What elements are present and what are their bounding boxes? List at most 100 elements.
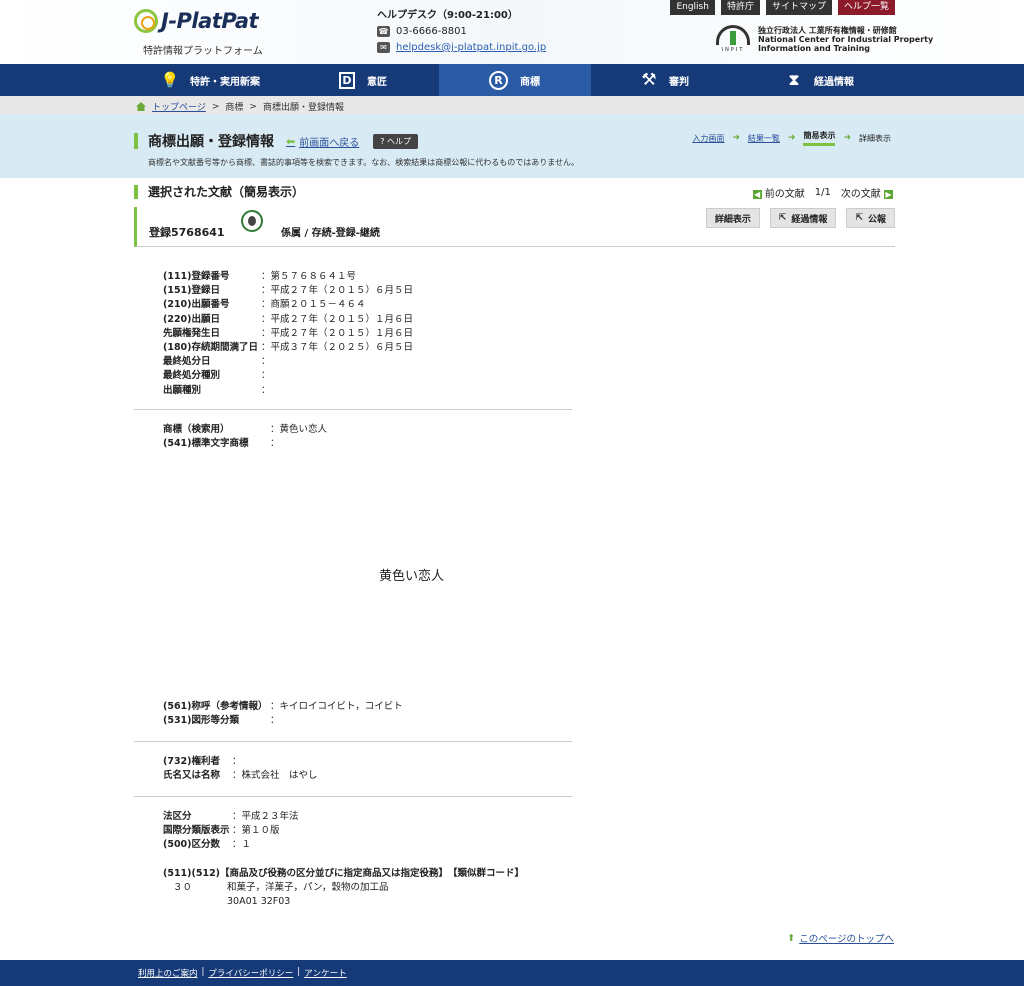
field-label: (531)図形等分類 <box>163 715 240 727</box>
survey-link[interactable]: アンケート <box>304 967 347 979</box>
field-value: ： <box>261 356 271 368</box>
j-platpat-logo[interactable]: J-PlatPat <box>134 9 259 33</box>
progress-info-button[interactable]: ⇱ 経過情報 <box>769 208 837 228</box>
section-header: 選択された文献（簡易表示） <box>134 183 304 200</box>
helpdesk-email-link[interactable]: helpdesk@j-platpat.inpit.go.jp <box>396 42 546 53</box>
inpit-name-en-1: National Center for Industrial Property <box>758 34 934 44</box>
next-arrow-icon: ▶ <box>884 190 893 199</box>
field-label: (541)標準文字商標 <box>163 438 249 450</box>
inpit-logo[interactable]: INPIT 独立行政法人 工業所有権情報・研修館 National Center… <box>714 23 933 55</box>
prev-document-link[interactable]: ◀ 前の文献 <box>752 185 805 200</box>
arrow-up-icon: ⬆ <box>787 932 796 944</box>
breadcrumb-sep: > <box>211 101 220 112</box>
field-label: (561)称呼（参考情報） <box>163 701 268 712</box>
inpit-mark-icon: INPIT <box>714 23 752 55</box>
field-value: ：黄色い恋人 <box>270 424 328 435</box>
field-value: ：平成２３年法 <box>232 811 299 822</box>
nav-trademark[interactable]: R 商標 <box>439 64 591 96</box>
prev-arrow-icon: ◀ <box>752 190 762 199</box>
field-label: 最終処分種別 <box>163 370 221 382</box>
goods-heading: (511)(512)【商品及び役務の区分並びに指定商品又は指定役務】 【類似群コ… <box>163 868 525 879</box>
field-label: 先願権発生日 <box>163 327 221 339</box>
owner-info: (732)権利者 ： 氏名又は名称 ：株式会社 はやし <box>163 755 318 783</box>
step-results[interactable]: 結果一覧 <box>748 133 780 144</box>
inpit-label: INPIT <box>721 47 745 53</box>
field-value: ： <box>232 756 242 767</box>
english-link[interactable]: English <box>670 0 715 15</box>
helpdesk: ヘルプデスク（9:00-21:00） ☎ 03-6666-8801 ✉ help… <box>377 6 546 53</box>
page-title: 商標出願・登録情報 <box>148 134 274 150</box>
field-value: ： <box>261 370 271 382</box>
field-label: 出願種別 <box>163 384 202 396</box>
registration-summary: 登録5768641 係属 / 存続-登録-継続 詳細表示 ⇱ 経過情報 ⇱ 公報 <box>134 207 895 247</box>
detail-view-button[interactable]: 詳細表示 <box>705 208 760 228</box>
field-label: (220)出願日 <box>163 313 221 325</box>
field-label: (500)区分数 <box>163 839 221 851</box>
sitemap-link[interactable]: サイトマップ <box>765 0 832 15</box>
page-top-link[interactable]: ⬆ このページのトップへ <box>787 931 894 946</box>
nav-appeal[interactable]: ⚒ 審判 <box>641 64 689 96</box>
help-list-link[interactable]: ヘルプ一覧 <box>837 0 895 15</box>
field-label: 氏名又は名称 <box>163 770 221 782</box>
field-value: ：平成３７年（２０２５）６月５日 <box>261 342 414 354</box>
step-indicator: 入力画面 ➜ 結果一覧 ➜ 簡易表示 ➜ 詳細表示 <box>692 130 891 146</box>
field-value: ：株式会社 はやし <box>232 770 318 782</box>
nav-design[interactable]: D 意匠 <box>339 64 387 96</box>
design-d-icon: D <box>339 71 355 89</box>
field-value: ：平成２７年（２０１５）６月５日 <box>261 285 414 297</box>
field-label: (732)権利者 <box>163 756 221 767</box>
arrow-right-icon: ➜ <box>787 133 796 143</box>
site-footer: 利用上のご案内 | プライバシーポリシー | アンケート <box>0 960 1024 986</box>
logo-text: J-PlatPat <box>161 9 259 33</box>
step-detail-view: 詳細表示 <box>859 133 891 143</box>
gazette-button[interactable]: ⇱ 公報 <box>846 208 895 228</box>
back-link[interactable]: ⬅ 前画面へ戻る <box>286 134 359 149</box>
field-value: ：平成２７年（２０１５）１月６日 <box>261 313 414 325</box>
back-link-label: 前画面へ戻る <box>299 137 360 149</box>
field-label: 国際分類版表示 <box>163 825 230 837</box>
field-label: 商標（検索用） <box>163 424 230 435</box>
arrow-right-icon: ➜ <box>843 133 851 143</box>
mail-icon: ✉ <box>377 42 390 53</box>
nav-patent[interactable]: 💡 特許・実用新案 <box>161 64 260 96</box>
bibliographic-info: (111)登録番号 ：第５７６８６４１号 (151)登録日 ：平成２７年（２０１５）… <box>163 270 413 398</box>
field-value: ：商願２０１５－４６４ <box>261 299 366 311</box>
logo-subtitle: 特許情報プラットフォーム <box>143 46 263 57</box>
gazette-label: 公報 <box>867 214 886 225</box>
field-value: ： <box>270 715 280 727</box>
next-document-label: 次の文献 <box>840 189 881 200</box>
external-link-icon: ⇱ <box>778 213 787 223</box>
field-value: ： <box>261 384 271 396</box>
breadcrumb-trademark: 商標 <box>225 103 244 113</box>
field-value: ：１ <box>232 839 252 851</box>
help-button[interactable]: ? ヘルプ <box>373 133 419 149</box>
pronunciation-info: (561)称呼（参考情報） ：キイロイコイビト，コイビト (531)図形等分類 ： <box>163 700 403 728</box>
step-input[interactable]: 入力画面 <box>692 133 724 144</box>
nav-progress[interactable]: ⧗ 経過情報 <box>786 64 854 96</box>
privacy-policy-link[interactable]: プライバシーポリシー <box>208 967 293 979</box>
footer-sep: | <box>297 967 301 977</box>
document-count: 1/1 <box>814 187 831 198</box>
breadcrumb-current: 商標出願・登録情報 <box>262 103 344 113</box>
divider <box>134 741 572 742</box>
helpdesk-phone: 03-6666-8801 <box>396 26 467 37</box>
breadcrumb: トップページ > 商標 > 商標出願・登録情報 <box>0 96 1024 114</box>
jpo-link[interactable]: 特許庁 <box>720 0 760 15</box>
nav-patent-label: 特許・実用新案 <box>190 76 260 88</box>
next-document-link[interactable]: 次の文献 ▶ <box>841 185 893 200</box>
breadcrumb-home[interactable]: トップページ <box>152 100 206 113</box>
page-description: 商標名や文献番号等から商標、書誌的事項等を検索できます。なお、検索結果は商標公報… <box>148 158 579 167</box>
page-title-band: 商標出願・登録情報 ⬅ 前画面へ戻る ? ヘルプ 商標名や文献番号等から商標、書誌… <box>0 114 1024 178</box>
field-value: ：第１０版 <box>232 825 280 837</box>
goods-class: ３０ <box>173 882 193 893</box>
field-label: (111)登録番号 <box>163 271 230 282</box>
nav-trademark-label: 商標 <box>520 76 540 88</box>
field-label: 最終処分日 <box>163 356 211 368</box>
main-nav: 💡 特許・実用新案 D 意匠 R 商標 ⚒ 審判 ⧗ 経過情報 <box>0 64 1024 96</box>
hourglass-icon: ⧗ <box>788 71 800 89</box>
terms-link[interactable]: 利用上のご案内 <box>138 967 198 979</box>
logo-mark-icon <box>134 9 158 33</box>
help-button-label: ヘルプ <box>387 136 412 146</box>
nav-appeal-label: 審判 <box>669 76 689 88</box>
field-label: (151)登録日 <box>163 285 221 297</box>
